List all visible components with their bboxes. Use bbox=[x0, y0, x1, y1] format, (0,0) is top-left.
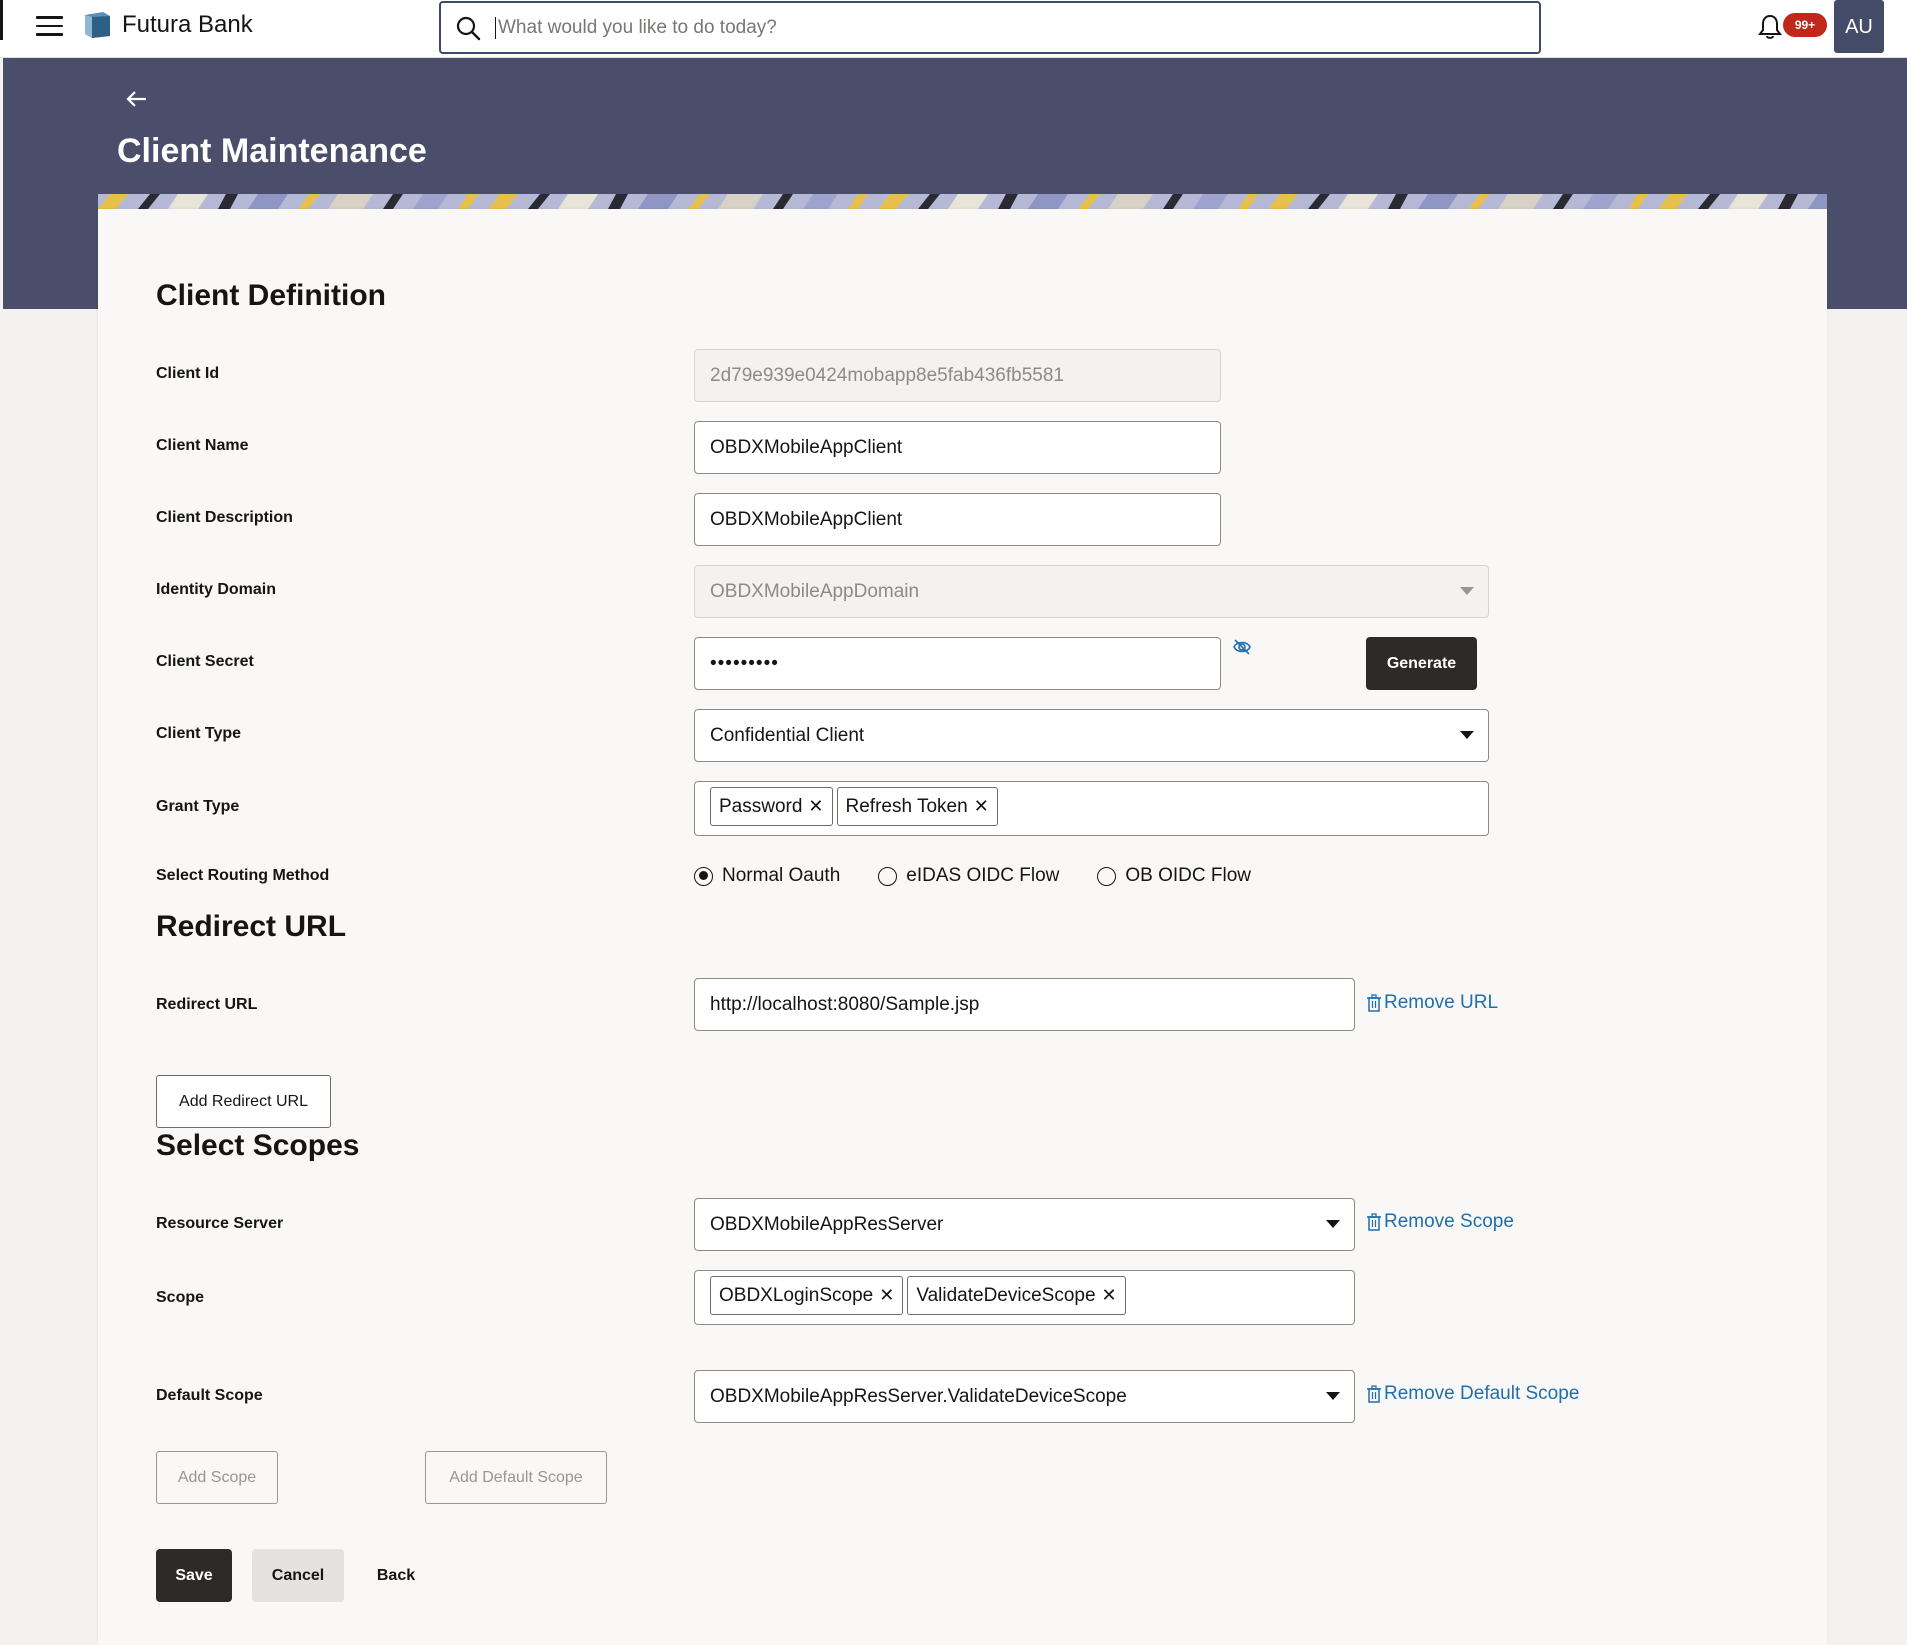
default-scope-value: OBDXMobileAppResServer.ValidateDeviceSco… bbox=[710, 1386, 1127, 1407]
remove-url-label: Remove URL bbox=[1384, 992, 1499, 1013]
default-scope-label: Default Scope bbox=[156, 1387, 263, 1404]
window-edge-rule bbox=[0, 0, 3, 40]
scope-chip: OBDXLoginScope ✕ bbox=[710, 1276, 904, 1315]
radio-unchecked-icon bbox=[878, 866, 898, 886]
back-arrow-icon[interactable] bbox=[124, 87, 150, 111]
chip-label: ValidateDeviceScope bbox=[916, 1285, 1096, 1306]
identity-domain-select: OBDXMobileAppDomain bbox=[694, 565, 1489, 618]
client-type-label: Client Type bbox=[156, 725, 242, 742]
client-type-select[interactable]: Confidential Client bbox=[694, 709, 1489, 762]
client-secret-label: Client Secret bbox=[156, 653, 254, 670]
radio-unchecked-icon bbox=[1097, 866, 1117, 886]
routing-method-radio-group: Normal Oauth eIDAS OIDC Flow OB OIDC Flo… bbox=[694, 865, 1289, 887]
hide-secret-eye-icon[interactable] bbox=[1232, 637, 1252, 657]
chevron-down-icon bbox=[1326, 1392, 1340, 1400]
client-id-label: Client Id bbox=[156, 365, 220, 382]
chevron-down-icon bbox=[1326, 1220, 1340, 1228]
notification-count-badge[interactable]: 99+ bbox=[1783, 13, 1827, 37]
top-bar: Futura Bank 99+ AU bbox=[0, 0, 1907, 58]
grant-type-multiselect[interactable]: Password ✕ Refresh Token ✕ bbox=[694, 781, 1489, 836]
scope-multiselect[interactable]: OBDXLoginScope ✕ ValidateDeviceScope ✕ bbox=[694, 1270, 1355, 1325]
identity-domain-value: OBDXMobileAppDomain bbox=[710, 581, 920, 602]
bank-logo-icon bbox=[85, 12, 110, 38]
radio-ob-oidc-flow[interactable]: OB OIDC Flow bbox=[1097, 865, 1251, 887]
chip-label: Password bbox=[719, 796, 803, 817]
redirect-url-input[interactable]: http://localhost:8080/Sample.jsp bbox=[694, 978, 1355, 1031]
hamburger-menu-icon[interactable] bbox=[36, 16, 63, 38]
cancel-button[interactable]: Cancel bbox=[252, 1549, 344, 1602]
client-secret-input[interactable]: ••••••••• bbox=[694, 637, 1221, 690]
add-scope-button[interactable]: Add Scope bbox=[156, 1451, 278, 1504]
redirect-url-heading: Redirect URL bbox=[156, 910, 347, 943]
search-icon bbox=[456, 16, 481, 40]
client-type-value: Confidential Client bbox=[710, 725, 865, 746]
client-id-field: 2d79e939e0424mobapp8e5fab436fb5581 bbox=[694, 349, 1221, 402]
notification-bell-icon[interactable] bbox=[1757, 13, 1783, 41]
resource-server-value: OBDXMobileAppResServer bbox=[710, 1214, 944, 1235]
remove-url-link[interactable]: Remove URL bbox=[1366, 992, 1498, 1014]
client-definition-heading: Client Definition bbox=[156, 279, 386, 312]
scope-chip: ValidateDeviceScope ✕ bbox=[907, 1276, 1126, 1315]
resource-server-label: Resource Server bbox=[156, 1215, 284, 1232]
client-form-card: Client Definition Client Id 2d79e939e042… bbox=[98, 209, 1827, 1645]
client-description-label: Client Description bbox=[156, 509, 293, 526]
save-button[interactable]: Save bbox=[156, 1549, 232, 1602]
page-title: Client Maintenance bbox=[117, 132, 427, 170]
client-name-input[interactable]: OBDXMobileAppClient bbox=[694, 421, 1221, 474]
trash-icon bbox=[1367, 994, 1381, 1012]
routing-method-label: Select Routing Method bbox=[156, 867, 330, 884]
generate-secret-button[interactable]: Generate bbox=[1366, 637, 1477, 690]
chip-remove-icon[interactable]: ✕ bbox=[1102, 1285, 1117, 1305]
client-name-label: Client Name bbox=[156, 437, 249, 454]
add-default-scope-button[interactable]: Add Default Scope bbox=[425, 1451, 607, 1504]
grant-type-chip: Password ✕ bbox=[710, 787, 833, 826]
decorative-pattern-strip bbox=[98, 194, 1827, 209]
remove-scope-label: Remove Scope bbox=[1384, 1211, 1514, 1232]
resource-server-select[interactable]: OBDXMobileAppResServer bbox=[694, 1198, 1355, 1251]
radio-checked-icon bbox=[694, 866, 713, 886]
brand-name: Futura Bank bbox=[122, 11, 253, 38]
radio-label: Normal Oauth bbox=[722, 865, 841, 886]
trash-icon bbox=[1367, 1385, 1381, 1403]
select-scopes-heading: Select Scopes bbox=[156, 1129, 360, 1162]
scope-label: Scope bbox=[156, 1289, 205, 1306]
back-button[interactable]: Back bbox=[361, 1549, 431, 1602]
radio-label: OB OIDC Flow bbox=[1125, 865, 1251, 886]
radio-eidas-oidc-flow[interactable]: eIDAS OIDC Flow bbox=[878, 865, 1059, 887]
brand[interactable]: Futura Bank bbox=[83, 11, 253, 39]
chip-remove-icon[interactable]: ✕ bbox=[808, 796, 823, 816]
remove-default-scope-link[interactable]: Remove Default Scope bbox=[1366, 1383, 1579, 1405]
chip-label: Refresh Token bbox=[845, 796, 968, 817]
radio-label: eIDAS OIDC Flow bbox=[906, 865, 1060, 886]
add-redirect-url-button[interactable]: Add Redirect URL bbox=[156, 1075, 331, 1128]
user-avatar[interactable]: AU bbox=[1834, 0, 1884, 53]
redirect-url-label: Redirect URL bbox=[156, 996, 258, 1013]
chevron-down-icon bbox=[1460, 731, 1474, 739]
identity-domain-label: Identity Domain bbox=[156, 581, 277, 598]
search-input[interactable] bbox=[495, 16, 1495, 39]
remove-scope-link[interactable]: Remove Scope bbox=[1366, 1211, 1514, 1233]
chevron-down-icon bbox=[1460, 587, 1474, 595]
chip-label: OBDXLoginScope bbox=[719, 1285, 874, 1306]
grant-type-label: Grant Type bbox=[156, 798, 240, 815]
chip-remove-icon[interactable]: ✕ bbox=[879, 1285, 894, 1305]
global-search[interactable] bbox=[439, 1, 1541, 54]
chip-remove-icon[interactable]: ✕ bbox=[974, 796, 989, 816]
default-scope-select[interactable]: OBDXMobileAppResServer.ValidateDeviceSco… bbox=[694, 1370, 1355, 1423]
decorative-pattern-graphic bbox=[98, 194, 1827, 209]
radio-normal-oauth[interactable]: Normal Oauth bbox=[694, 865, 840, 887]
trash-icon bbox=[1367, 1213, 1381, 1231]
client-description-input[interactable]: OBDXMobileAppClient bbox=[694, 493, 1221, 546]
remove-default-scope-label: Remove Default Scope bbox=[1384, 1383, 1580, 1404]
grant-type-chip: Refresh Token ✕ bbox=[836, 787, 998, 826]
